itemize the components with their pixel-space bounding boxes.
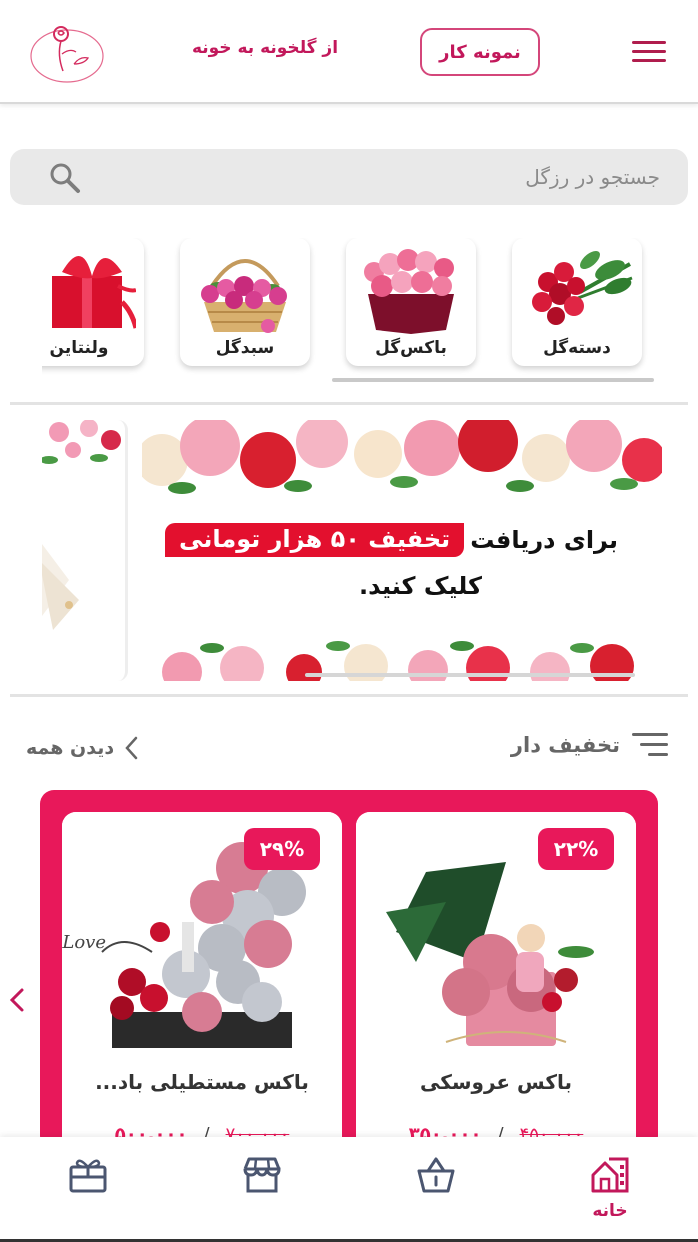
bottom-navigation: خانه [0, 1137, 698, 1242]
see-all-link[interactable]: دیدن همه [26, 736, 138, 760]
nav-shops[interactable] [232, 1155, 292, 1225]
discount-badge: ۲۲% [538, 828, 614, 870]
category-label: سبدگل [215, 338, 275, 358]
shop-icon [243, 1157, 281, 1193]
flower-basket-image [201, 259, 287, 333]
bouquet-image [532, 251, 633, 325]
divider [10, 694, 688, 697]
divider [10, 402, 688, 405]
carousel-next-arrow-icon[interactable] [6, 986, 28, 1014]
flower-box-image [364, 249, 454, 334]
banner-headline: برای دریافت تخفیف ۵۰ هزار تومانی [165, 518, 618, 562]
chevron-left-icon [125, 736, 138, 760]
promo-banner[interactable]: برای دریافت تخفیف ۵۰ هزار تومانی کلیک کن… [142, 420, 662, 681]
search-input[interactable] [100, 149, 660, 205]
valentine-gift-image [52, 255, 136, 329]
product-name: باکس مستطیلی باد... [95, 1070, 309, 1094]
product-card[interactable]: Love ۲۹% باکس مستطیلی باد... ۷۰۰,۰۰۰ / ۵… [62, 812, 342, 1152]
nav-home[interactable]: خانه [580, 1155, 640, 1225]
search-icon[interactable] [48, 161, 82, 195]
discount-badge: ۲۹% [244, 828, 320, 870]
banner-headline-prefix: برای دریافت [470, 526, 618, 554]
nav-home-label: خانه [592, 1201, 628, 1221]
category-carousel[interactable]: دسته‌گل باکس‌گل سبدگل [42, 238, 654, 378]
banner-cta-text: کلیک کنید. [358, 572, 482, 600]
nav-gifts[interactable] [58, 1155, 118, 1225]
category-bouquet[interactable]: دسته‌گل [512, 238, 642, 366]
category-basket[interactable]: سبدگل [180, 238, 310, 366]
search-bar [10, 149, 688, 205]
banner-preview-image [42, 420, 121, 630]
discount-products-panel: ۲۲% باکس عروسکی ۴۵۰,۰۰۰ / ۳۵۰,۰۰۰ Love ۲… [40, 790, 658, 1152]
nav-cart[interactable] [406, 1155, 466, 1225]
header-tagline: از گلخونه به خونه [191, 38, 339, 58]
discount-section-header: تخفیف دار [511, 732, 668, 758]
hamburger-menu-icon[interactable] [632, 38, 668, 66]
sort-icon[interactable] [632, 732, 668, 758]
product-name: باکس عروسکی [420, 1070, 572, 1094]
see-all-label: دیدن همه [26, 737, 115, 759]
section-title: تخفیف دار [510, 733, 620, 757]
svg-text:Love: Love [62, 932, 106, 953]
previous-banner-preview[interactable] [42, 420, 128, 681]
app-header: نمونه کار از گلخونه به خونه [0, 0, 698, 104]
category-valentine[interactable]: ولنتاین [42, 238, 144, 366]
product-card[interactable]: ۲۲% باکس عروسکی ۴۵۰,۰۰۰ / ۳۵۰,۰۰۰ [356, 812, 636, 1152]
category-label: باکس‌گل [375, 338, 447, 358]
home-store-icon [591, 1157, 629, 1193]
basket-icon [417, 1157, 455, 1193]
category-flower-box[interactable]: باکس‌گل [346, 238, 476, 366]
category-scroll-indicator[interactable] [332, 378, 654, 382]
category-label: دسته‌گل [543, 338, 611, 358]
banner-scroll-indicator[interactable] [305, 673, 635, 677]
banner-discount-highlight: تخفیف ۵۰ هزار تومانی [165, 523, 465, 557]
category-label: ولنتاین [49, 338, 109, 358]
gift-icon [69, 1159, 107, 1193]
promo-carousel[interactable]: برای دریافت تخفیف ۵۰ هزار تومانی کلیک کن… [42, 420, 662, 681]
rose-logo-icon[interactable] [28, 20, 106, 86]
sample-work-button[interactable]: نمونه کار [420, 28, 540, 76]
